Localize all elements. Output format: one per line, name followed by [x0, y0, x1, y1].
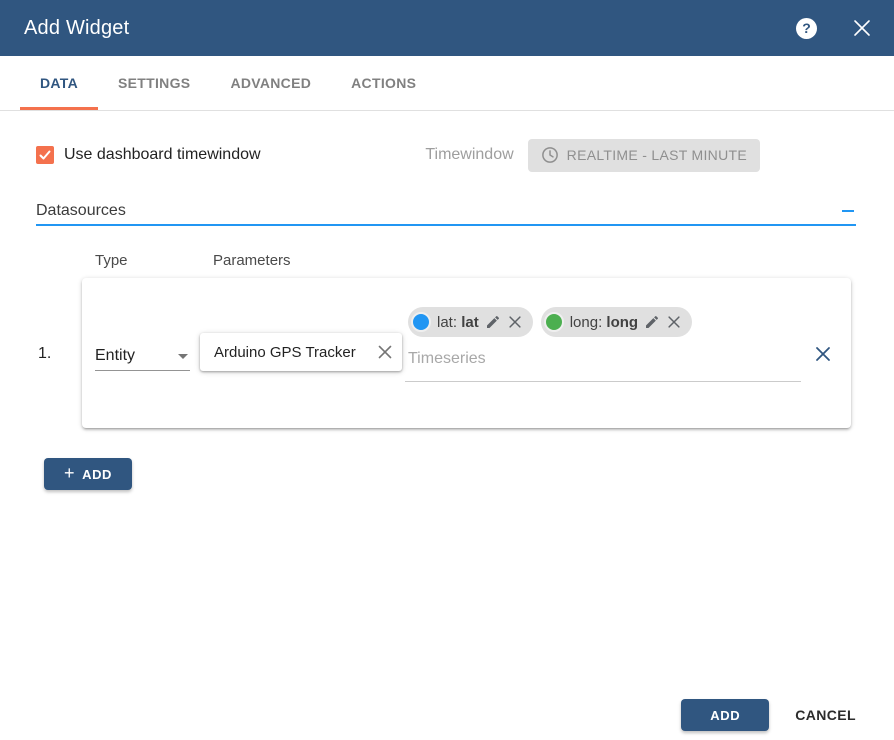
key-color-dot [544, 312, 564, 332]
clock-icon [541, 146, 559, 164]
dialog-header: Add Widget ? [0, 0, 894, 56]
chevron-down-icon [178, 354, 188, 359]
timewindow-button[interactable]: REALTIME - LAST MINUTE [528, 139, 760, 172]
plus-icon: + [64, 464, 75, 482]
key-chip-lat[interactable]: lat: lat [408, 307, 533, 337]
tab-advanced[interactable]: ADVANCED [210, 56, 331, 110]
timeseries-underline [405, 381, 801, 382]
clear-entity-icon[interactable] [376, 343, 394, 361]
check-icon [38, 148, 52, 162]
key-chip-label: long: long [570, 314, 638, 331]
key-chip-label: lat: lat [437, 314, 479, 331]
entity-autocomplete-input[interactable]: Arduino GPS Tracker [200, 333, 402, 371]
timewindow-row: Use dashboard timewindow Timewindow REAL… [36, 138, 856, 172]
help-icon[interactable]: ? [796, 18, 817, 39]
datasources-section: Datasources [36, 197, 856, 226]
tab-settings[interactable]: SETTINGS [98, 56, 210, 110]
cancel-button[interactable]: CANCEL [791, 699, 860, 731]
column-header-type: Type [95, 252, 128, 269]
dialog-title: Add Widget [24, 17, 796, 40]
datasources-title: Datasources [36, 202, 842, 220]
remove-key-icon[interactable] [507, 314, 523, 330]
dialog-footer: ADD CANCEL [681, 699, 860, 731]
key-color-dot [411, 312, 431, 332]
remove-datasource-icon[interactable] [813, 344, 833, 364]
timeseries-key-chips: lat: lat long: long [408, 307, 692, 337]
add-widget-dialog: Add Widget ? DATA SETTINGS ADVANCED ACTI… [0, 0, 894, 740]
tab-actions[interactable]: ACTIONS [331, 56, 436, 110]
datasource-type-select[interactable]: Entity [95, 342, 190, 371]
timewindow-label: Timewindow [425, 146, 513, 164]
close-icon[interactable] [850, 16, 874, 40]
key-chip-long[interactable]: long: long [541, 307, 692, 337]
datasource-row-index: 1. [38, 345, 51, 363]
tab-data[interactable]: DATA [20, 56, 98, 110]
edit-key-icon[interactable] [485, 314, 501, 330]
add-widget-button[interactable]: ADD [681, 699, 769, 731]
timewindow-button-label: REALTIME - LAST MINUTE [567, 147, 747, 163]
add-datasource-label: ADD [82, 467, 112, 482]
edit-key-icon[interactable] [644, 314, 660, 330]
datasource-card: Entity Arduino GPS Tracker lat: lat [82, 278, 851, 428]
datasource-type-value: Entity [95, 347, 135, 365]
use-dashboard-timewindow-checkbox[interactable] [36, 146, 54, 164]
column-header-parameters: Parameters [213, 252, 291, 269]
entity-value: Arduino GPS Tracker [214, 344, 376, 361]
timeseries-input[interactable]: Timeseries [408, 350, 486, 368]
add-datasource-button[interactable]: + ADD [44, 458, 132, 490]
use-dashboard-timewindow-label: Use dashboard timewindow [64, 146, 261, 164]
tab-bar: DATA SETTINGS ADVANCED ACTIONS [0, 56, 894, 111]
remove-key-icon[interactable] [666, 314, 682, 330]
collapse-minus-icon[interactable] [842, 210, 854, 212]
